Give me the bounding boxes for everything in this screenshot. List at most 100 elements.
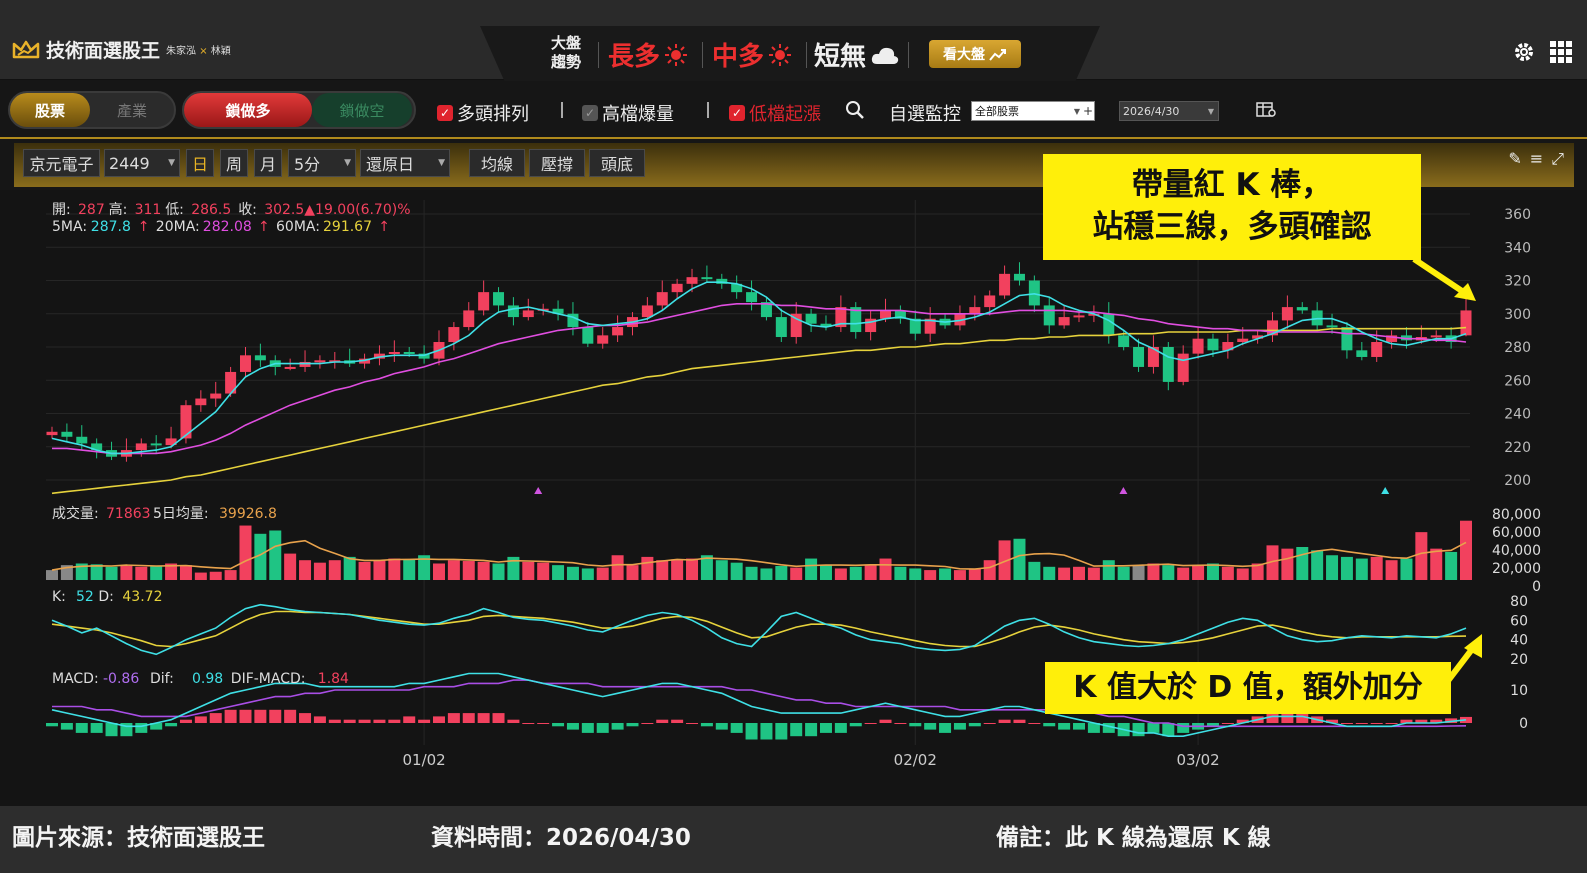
plus-icon[interactable]: + — [1083, 104, 1093, 118]
candle — [805, 313, 817, 324]
volume-bar — [462, 561, 475, 580]
table-settings-icon[interactable] — [1256, 101, 1276, 119]
legend-ma5-value: 287.8 — [91, 219, 131, 235]
expand-icon[interactable]: ⤢ — [1551, 149, 1564, 169]
stock-name[interactable]: 京元電子 — [23, 149, 100, 177]
volume-bar — [715, 560, 728, 580]
volume-bar — [105, 566, 118, 580]
macd-osc-bar — [968, 723, 981, 727]
volume-bar — [581, 568, 594, 580]
macd-osc-bar — [834, 723, 847, 733]
volume-bar — [373, 560, 386, 580]
macd-osc-bar — [1281, 713, 1294, 723]
timeframe-week[interactable]: 周 — [220, 149, 248, 177]
seg-lock-short[interactable]: 鎖做空 — [312, 93, 412, 127]
macd-osc-bar — [864, 723, 877, 724]
grid-menu-icon[interactable] — [1549, 40, 1573, 64]
candle — [493, 292, 505, 306]
legend-k-value: 52 — [76, 589, 94, 605]
volume-bar — [671, 559, 684, 580]
check-low-rise[interactable]: ✓ 低檔起漲 — [729, 100, 821, 126]
candle — [1043, 305, 1055, 326]
legend-volume5-value: 39926.8 — [219, 506, 277, 522]
ma20-line — [52, 303, 1467, 455]
volume-bar — [388, 558, 401, 580]
checkbox-unchecked-icon: ✓ — [582, 105, 598, 121]
candle — [1013, 273, 1025, 281]
sliders-icon[interactable]: ≡ — [1530, 149, 1543, 169]
timeframe-day[interactable]: 日 — [186, 149, 214, 177]
volume-bar — [403, 559, 416, 580]
seg-industry[interactable]: 產業 — [90, 93, 174, 127]
check-high-volume[interactable]: ✓ 高檔爆量 — [582, 100, 674, 126]
seg-lock-long[interactable]: 鎖做多 — [184, 93, 312, 127]
annotation-arrow-1 — [1412, 256, 1476, 301]
ma-button[interactable]: 均線 — [469, 149, 525, 177]
view-market-button[interactable]: 看大盤 — [929, 40, 1021, 68]
macd-osc-bar — [418, 719, 431, 723]
legend-close-label: 收: — [238, 202, 257, 218]
divider — [598, 42, 599, 68]
volume-bar — [269, 530, 282, 580]
restore-select[interactable]: 還原日 ▼ — [360, 149, 450, 177]
candle — [388, 351, 400, 354]
candle — [686, 277, 698, 284]
macd-osc-bar — [745, 723, 758, 740]
checkbox-checked-icon: ✓ — [729, 105, 745, 121]
candle — [448, 327, 460, 343]
stock-code-input[interactable]: 2449 ▼ — [104, 149, 180, 177]
volume-bar — [537, 562, 550, 580]
watch-select[interactable]: 全部股票 ▼ + — [971, 101, 1095, 121]
macd-osc-bar — [552, 723, 565, 727]
candle — [671, 283, 683, 293]
volume-bar — [879, 558, 892, 580]
candle — [1192, 338, 1204, 354]
trend-mid: 中多 — [712, 36, 792, 73]
candle — [507, 305, 519, 318]
app-title: 技術面選股王 — [46, 40, 161, 62]
macd-osc-bar — [492, 713, 505, 723]
head-bottom-button[interactable]: 頭底 — [589, 149, 645, 177]
volume-bar — [1043, 566, 1056, 580]
macd-osc-bar — [998, 719, 1011, 723]
pencil-icon[interactable]: ✎ — [1508, 149, 1521, 169]
timeframe-minute-select[interactable]: 5分 ▼ — [288, 149, 356, 177]
macd-osc-bar — [1028, 723, 1041, 724]
timeframe-month[interactable]: 月 — [254, 149, 282, 177]
volume-bar — [492, 563, 505, 580]
kd-tick-label: 40 — [1510, 633, 1528, 649]
volume-bar — [46, 570, 58, 580]
candle — [1326, 325, 1338, 328]
gear-icon[interactable] — [1513, 41, 1535, 63]
check-bull-arrangement[interactable]: ✓ 多頭排列 — [437, 100, 529, 126]
volume-tick-label: 60,000 — [1492, 525, 1541, 541]
strip-icons: ✎ ≡ ⤢ — [1508, 149, 1564, 169]
footer-time: 資料時間：2026/04/30 — [431, 825, 691, 851]
volume-bar — [924, 570, 937, 580]
volume-bar — [1058, 567, 1071, 580]
volume-bar — [656, 560, 669, 580]
legend-volume5-label: 5日均量: — [153, 506, 209, 522]
macd-osc-bar — [983, 723, 996, 724]
volume-bar — [1221, 566, 1234, 580]
macd-osc-bar — [165, 723, 178, 727]
ma5-line — [51, 281, 1467, 455]
volume-bar — [432, 563, 445, 580]
app-authors: 朱家泓 × 林穎 — [166, 46, 231, 57]
date-select[interactable]: 2026/4/30 ▼ — [1119, 101, 1219, 121]
volume-bar — [834, 568, 847, 580]
volume-bar — [819, 565, 832, 580]
macd-osc-bar — [805, 723, 818, 737]
candle — [135, 443, 147, 451]
search-icon[interactable] — [845, 100, 865, 120]
macd-osc-bar — [849, 723, 862, 727]
signal-marker — [1381, 487, 1390, 494]
sun-icon — [769, 43, 792, 66]
candle — [195, 398, 207, 406]
seg-stock[interactable]: 股票 — [10, 93, 90, 127]
macd-osc-bar — [447, 713, 460, 723]
candle — [1103, 313, 1115, 336]
price-tick-label: 300 — [1504, 307, 1531, 323]
legend-ma20-arrow: ↑ — [258, 219, 270, 235]
support-resistance-button[interactable]: 壓撐 — [529, 149, 585, 177]
